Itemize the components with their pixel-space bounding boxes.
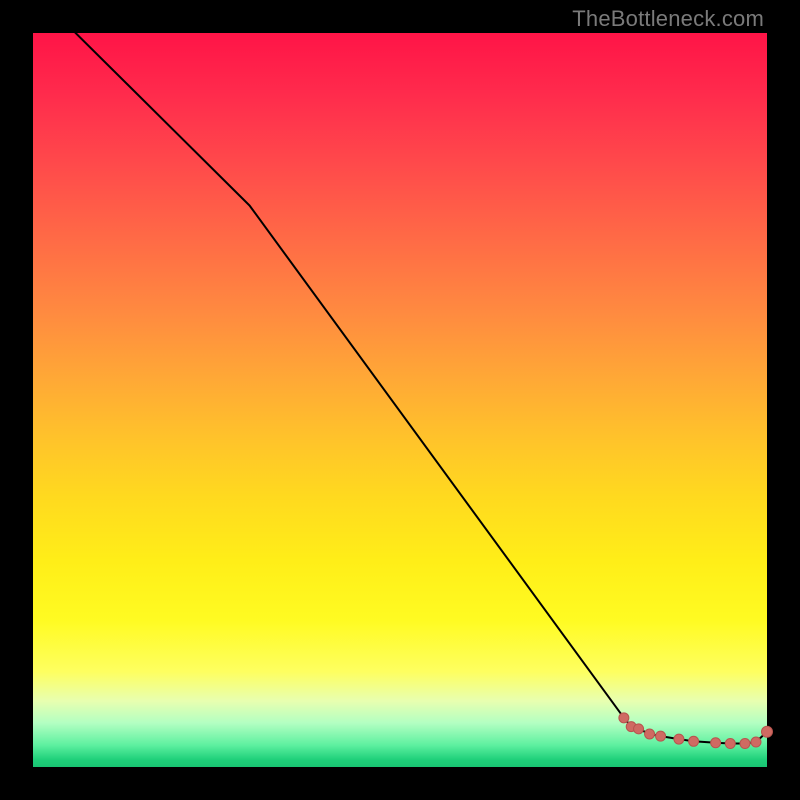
watermark-text: TheBottleneck.com	[572, 6, 764, 32]
marker-group	[619, 713, 773, 749]
data-line	[33, 0, 767, 744]
data-point	[645, 729, 655, 739]
data-point	[751, 737, 761, 747]
data-point	[689, 736, 699, 746]
data-point	[711, 738, 721, 748]
data-point	[674, 734, 684, 744]
data-point	[762, 726, 773, 737]
data-point	[725, 739, 735, 749]
data-point	[619, 713, 629, 723]
data-point	[740, 739, 750, 749]
chart-overlay	[33, 33, 767, 767]
chart-frame: TheBottleneck.com	[0, 0, 800, 800]
data-point	[634, 724, 644, 734]
data-point	[656, 731, 666, 741]
